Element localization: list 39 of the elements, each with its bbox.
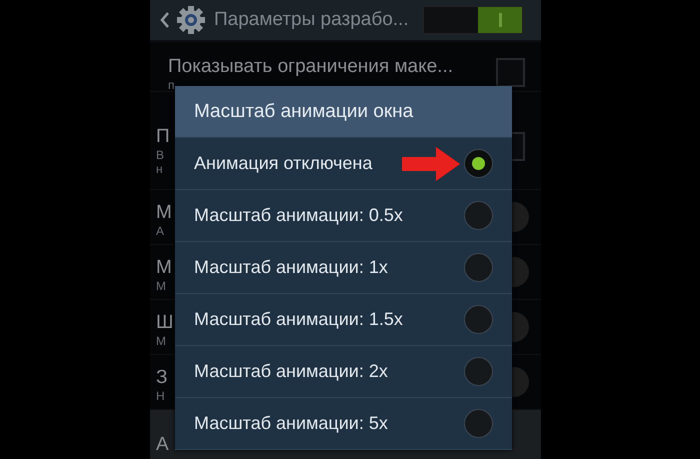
option-label: Масштаб анимации: 2x bbox=[194, 361, 389, 382]
screen-title: Параметры разрабо... bbox=[214, 9, 410, 31]
radio-button[interactable] bbox=[464, 201, 493, 230]
setting-title: Ш bbox=[156, 312, 174, 334]
setting-summary: Н bbox=[156, 389, 165, 403]
checkbox[interactable] bbox=[496, 58, 525, 87]
option-row[interactable]: Масштаб анимации: 1x bbox=[175, 242, 512, 294]
setting-title: З bbox=[156, 367, 168, 389]
option-label: Масштаб анимации: 0.5x bbox=[194, 205, 404, 226]
option-row[interactable]: Масштаб анимации: 5x bbox=[175, 398, 512, 450]
setting-title: А bbox=[156, 434, 169, 456]
option-label: Масштаб анимации: 5x bbox=[194, 413, 389, 434]
option-row[interactable]: Масштаб анимации: 1.5x bbox=[175, 294, 512, 346]
radio-button[interactable] bbox=[464, 253, 493, 282]
dialog-title: Масштаб анимации окна bbox=[175, 86, 512, 138]
radio-button[interactable] bbox=[464, 357, 493, 386]
option-label: Анимация отключена bbox=[194, 153, 374, 174]
setting-summary: н bbox=[156, 162, 163, 176]
setting-summary: М bbox=[156, 279, 166, 293]
option-label: Масштаб анимации: 1.5x bbox=[194, 309, 404, 330]
option-row[interactable]: Анимация отключена bbox=[175, 138, 512, 190]
option-row[interactable]: Масштаб анимации: 0.5x bbox=[175, 190, 512, 242]
setting-summary: п bbox=[168, 78, 174, 92]
setting-summary: М bbox=[156, 334, 166, 348]
toggle-switch[interactable] bbox=[423, 6, 523, 34]
back-icon[interactable] bbox=[160, 11, 170, 29]
radio-button[interactable] bbox=[464, 149, 493, 178]
gear-icon bbox=[176, 5, 206, 35]
setting-title: М bbox=[156, 202, 172, 224]
arrow-icon bbox=[402, 146, 460, 180]
setting-title: П bbox=[156, 126, 170, 148]
setting-title: Показывать ограничения маке... bbox=[168, 56, 454, 78]
option-label: Масштаб анимации: 1x bbox=[194, 257, 389, 278]
radio-button[interactable] bbox=[464, 305, 493, 334]
setting-title: М bbox=[156, 257, 172, 279]
radio-button[interactable] bbox=[464, 409, 493, 438]
setting-summary: В bbox=[156, 148, 164, 162]
setting-summary: А bbox=[156, 224, 164, 238]
option-row[interactable]: Масштаб анимации: 2x bbox=[175, 346, 512, 398]
